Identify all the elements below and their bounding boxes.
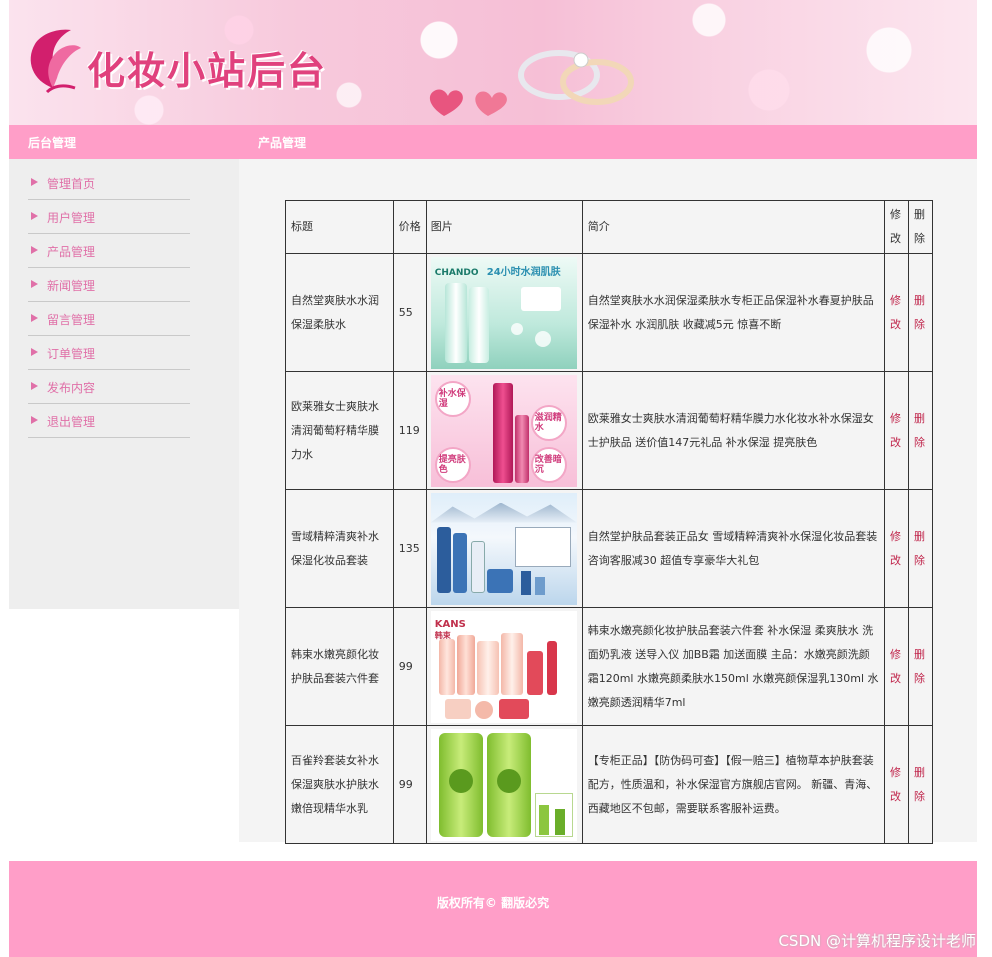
product-title: 雪域精粹清爽补水保湿化妆品套装	[285, 489, 394, 608]
arrow-right-icon	[31, 348, 38, 356]
product-image-cell: KANS 韩束	[425, 607, 583, 726]
product-desc: 【专柜正品】【防伪码可查】【假一赔三】植物草本护肤套装配方，性质温和，补水保湿官…	[581, 725, 885, 844]
table-header-row: 标题 价格 图片 简介 修改 删除	[285, 200, 934, 254]
arrow-right-icon	[31, 416, 38, 424]
image-caption: CHANDO	[434, 267, 479, 278]
copyright-text: 版权所有© 翻版必究	[436, 896, 550, 910]
table-row: 韩束水嫩亮颜化妆护肤品套装六件套 99 KANS 韩束 韩束水嫩亮颜化妆护肤品套…	[285, 607, 934, 726]
sidebar-heading: 后台管理	[28, 136, 77, 150]
arrow-right-icon	[31, 178, 38, 186]
product-title: 自然堂爽肤水水润保湿柔肤水	[285, 253, 394, 372]
product-title: 欧莱雅女士爽肤水清润葡萄籽精华膜力水	[285, 371, 394, 490]
edit-link[interactable]: 修改	[883, 725, 909, 844]
product-image-cell	[425, 489, 583, 608]
product-image: CHANDO 24小时水润肌肤	[430, 256, 577, 369]
watermark-text: CSDN @计算机程序设计老师	[778, 932, 976, 950]
sidebar: 管理首页 用户管理 产品管理 新闻管理 留言管理 订单管理 发布内容 退出管理	[9, 159, 239, 609]
delete-link[interactable]: 删除	[907, 371, 934, 490]
product-price: 119	[392, 371, 427, 490]
table-row: 欧莱雅女士爽肤水清润葡萄籽精华膜力水 119 补水保湿 滋润精水 提亮肤色 改善…	[285, 371, 934, 490]
sidebar-item-logout[interactable]: 退出管理	[28, 404, 190, 438]
image-caption: 滋润精水	[534, 412, 562, 433]
arrow-right-icon	[31, 382, 38, 390]
image-caption: 补水保湿	[438, 388, 466, 409]
product-desc: 自然堂爽肤水水润保湿柔肤水专柜正品保湿补水春夏护肤品 保湿补水 水润肌肤 收藏减…	[581, 253, 885, 372]
product-desc: 韩束水嫩亮颜化妆护肤品套装六件套 补水保湿 柔爽肤水 洗面奶乳液 送导入仪 加B…	[581, 607, 885, 726]
product-image: KANS 韩束	[430, 610, 577, 723]
product-image-cell	[425, 725, 583, 844]
column-header-image: 图片	[425, 200, 583, 254]
arrow-right-icon	[31, 314, 38, 322]
column-header-price: 价格	[392, 200, 427, 254]
edit-link[interactable]: 修改	[883, 371, 909, 490]
edit-link[interactable]: 修改	[883, 253, 909, 372]
delete-link[interactable]: 删除	[907, 607, 934, 726]
arrow-right-icon	[31, 212, 38, 220]
product-image-cell: 补水保湿 滋润精水 提亮肤色 改善暗沉	[425, 371, 583, 490]
main-content: 标题 价格 图片 简介 修改 删除 自然堂爽肤水水润保湿柔肤水 55 CHAND…	[239, 159, 977, 844]
product-image	[430, 728, 577, 841]
delete-link[interactable]: 删除	[907, 489, 934, 608]
image-caption: 提亮肤色	[438, 454, 466, 475]
arrow-right-icon	[31, 246, 38, 254]
product-image: 补水保湿 滋润精水 提亮肤色 改善暗沉	[430, 374, 577, 487]
product-image	[430, 492, 577, 605]
sidebar-item-label: 新闻管理	[47, 279, 96, 293]
product-price: 99	[392, 725, 427, 844]
product-title: 百雀羚套装女补水保湿爽肤水护肤水嫩倍现精华水乳	[285, 725, 394, 844]
sidebar-item-label: 订单管理	[47, 347, 96, 361]
column-header-title: 标题	[285, 200, 394, 254]
column-header-delete: 删除	[907, 200, 934, 254]
delete-link[interactable]: 删除	[907, 253, 934, 372]
product-price: 99	[392, 607, 427, 726]
header-banner: 化妆小站后台	[9, 0, 977, 125]
product-desc: 欧莱雅女士爽肤水清润葡萄籽精华膜力水化妆水补水保湿女士护肤品 送价值147元礼品…	[581, 371, 885, 490]
column-header-desc: 简介	[581, 200, 885, 254]
arrow-right-icon	[31, 280, 38, 288]
sidebar-item-orders[interactable]: 订单管理	[28, 336, 190, 370]
table-row: 百雀羚套装女补水保湿爽肤水护肤水嫩倍现精华水乳 99 【专柜正品】【防伪码可查】…	[285, 725, 934, 844]
sidebar-item-home[interactable]: 管理首页	[28, 166, 190, 200]
sidebar-item-news[interactable]: 新闻管理	[28, 268, 190, 302]
page-title: 产品管理	[258, 136, 307, 150]
image-caption: 24小时水润肌肤	[486, 266, 561, 278]
product-price: 135	[392, 489, 427, 608]
edit-link[interactable]: 修改	[883, 607, 909, 726]
rings-decoration-icon	[518, 50, 634, 105]
sidebar-item-label: 退出管理	[47, 415, 96, 429]
table-row: 雪域精粹清爽补水保湿化妆品套装 135 自然堂护肤品套装正品女 雪域精粹清爽补水	[285, 489, 934, 608]
sidebar-item-messages[interactable]: 留言管理	[28, 302, 190, 336]
edit-link[interactable]: 修改	[883, 489, 909, 608]
image-caption: 改善暗沉	[534, 454, 562, 475]
product-desc: 自然堂护肤品套装正品女 雪域精粹清爽补水保湿化妆品套装 咨询客服减30 超值专享…	[581, 489, 885, 608]
table-row: 自然堂爽肤水水润保湿柔肤水 55 CHANDO 24小时水润肌肤 自然堂爽肤水水…	[285, 253, 934, 372]
column-header-edit: 修改	[883, 200, 909, 254]
butterfly-logo-icon	[30, 29, 81, 94]
product-title: 韩束水嫩亮颜化妆护肤品套装六件套	[285, 607, 394, 726]
title-bar: 后台管理 产品管理	[9, 125, 977, 159]
sidebar-item-label: 用户管理	[47, 211, 96, 225]
product-image-cell: CHANDO 24小时水润肌肤	[425, 253, 583, 372]
sidebar-item-label: 发布内容	[47, 381, 96, 395]
product-table: 标题 价格 图片 简介 修改 删除 自然堂爽肤水水润保湿柔肤水 55 CHAND…	[285, 200, 934, 844]
sidebar-item-publish[interactable]: 发布内容	[28, 370, 190, 404]
site-title: 化妆小站后台	[87, 48, 328, 93]
sidebar-item-products[interactable]: 产品管理	[28, 234, 190, 268]
sidebar-item-label: 留言管理	[47, 313, 96, 327]
sidebar-item-label: 管理首页	[47, 177, 96, 191]
delete-link[interactable]: 删除	[907, 725, 934, 844]
sidebar-item-users[interactable]: 用户管理	[28, 200, 190, 234]
product-price: 55	[392, 253, 427, 372]
sidebar-item-label: 产品管理	[47, 245, 96, 259]
